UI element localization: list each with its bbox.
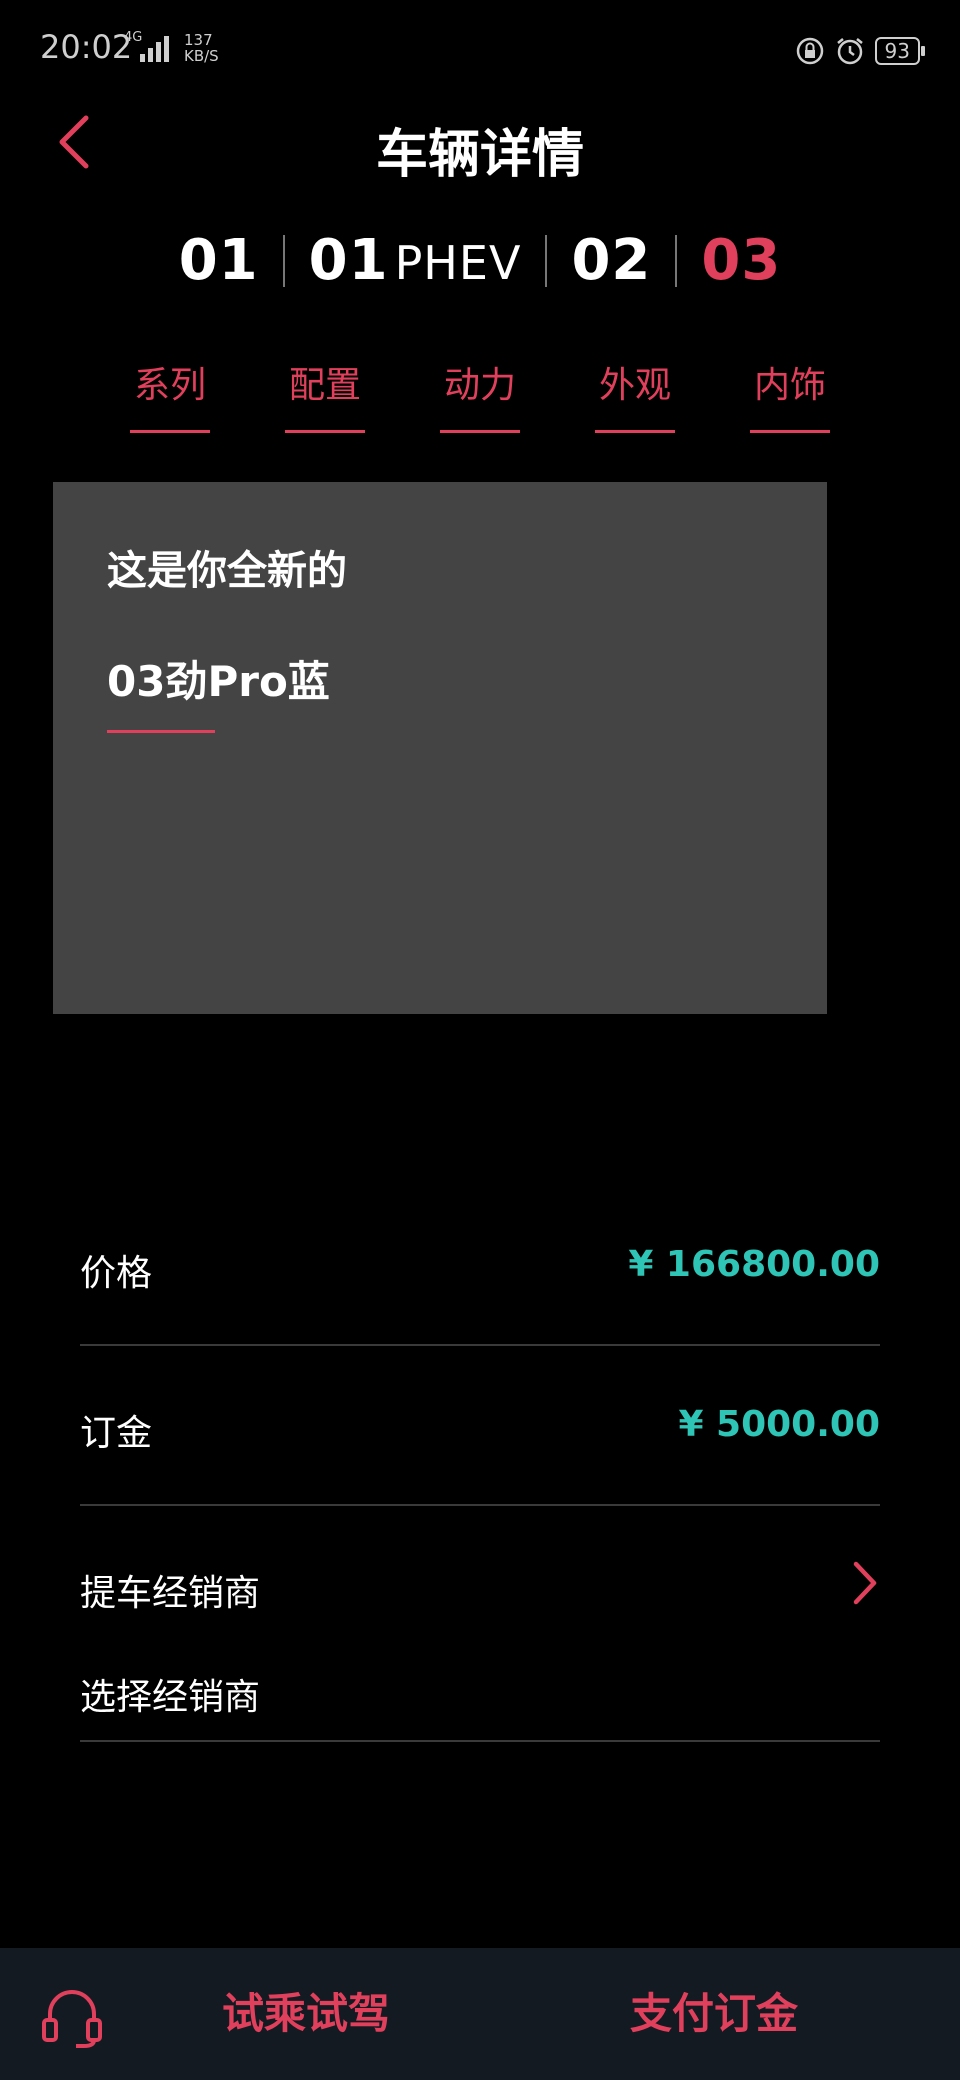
model-label: 01 [308, 228, 389, 293]
tab-interior[interactable]: 内饰 [750, 356, 830, 433]
dealer-select[interactable]: 选择经销商 [80, 1668, 260, 1720]
dealer-label: 提车经销商 [80, 1573, 261, 1614]
vehicle-card: 这是你全新的 03劲Pro蓝 [53, 482, 827, 1014]
page-title: 车辆详情 [375, 125, 584, 185]
price-label: 价格 [80, 1253, 153, 1294]
model-suffix: PHEV [394, 236, 522, 290]
tab-exterior[interactable]: 外观 [595, 356, 675, 433]
tab-config[interactable]: 配置 [285, 356, 365, 433]
bottom-action-bar: 试乘试驾 支付订金 [0, 1948, 960, 2080]
pay-deposit-button[interactable]: 支付订金 [630, 1948, 798, 2080]
divider [80, 1504, 880, 1506]
status-time: 20:02 [40, 28, 133, 66]
card-intro: 这是你全新的 [107, 548, 347, 594]
deposit-value: ¥ 5000.00 [678, 1404, 880, 1445]
customer-service-icon[interactable] [40, 1986, 104, 2050]
model-label: 01 [178, 228, 259, 293]
deposit-label: 订金 [80, 1413, 153, 1454]
network-speed: 137 KB/S [184, 32, 219, 64]
divider [80, 1740, 880, 1742]
model-02[interactable]: 02 [547, 228, 675, 293]
tab-series[interactable]: 系列 [130, 356, 210, 433]
lock-rotation-icon [796, 37, 823, 65]
divider [80, 1344, 880, 1346]
model-selector: 01 01 PHEV 02 03 [0, 228, 960, 293]
model-label: 03 [701, 228, 782, 293]
battery-indicator: 93 [874, 37, 926, 65]
status-icons: 93 [795, 34, 926, 68]
price-value: ¥ 166800.00 [628, 1244, 880, 1285]
network-speed-unit: KB/S [184, 47, 219, 65]
model-01[interactable]: 01 [155, 228, 283, 293]
model-label: 02 [571, 228, 652, 293]
test-drive-button[interactable]: 试乘试驾 [222, 1948, 390, 2080]
card-accent-line [107, 730, 215, 733]
signal-icon: 4G [124, 30, 174, 64]
detail-tabs: 系列 配置 动力 外观 内饰 [130, 356, 830, 433]
chevron-right-icon[interactable] [850, 1560, 880, 1606]
alarm-icon [836, 38, 863, 65]
tab-power[interactable]: 动力 [440, 356, 520, 433]
network-speed-value: 137 [184, 31, 213, 49]
card-model-name: 03劲Pro蓝 [107, 657, 330, 706]
model-01-phev[interactable]: 01 PHEV [285, 228, 546, 293]
model-03[interactable]: 03 [677, 228, 805, 293]
